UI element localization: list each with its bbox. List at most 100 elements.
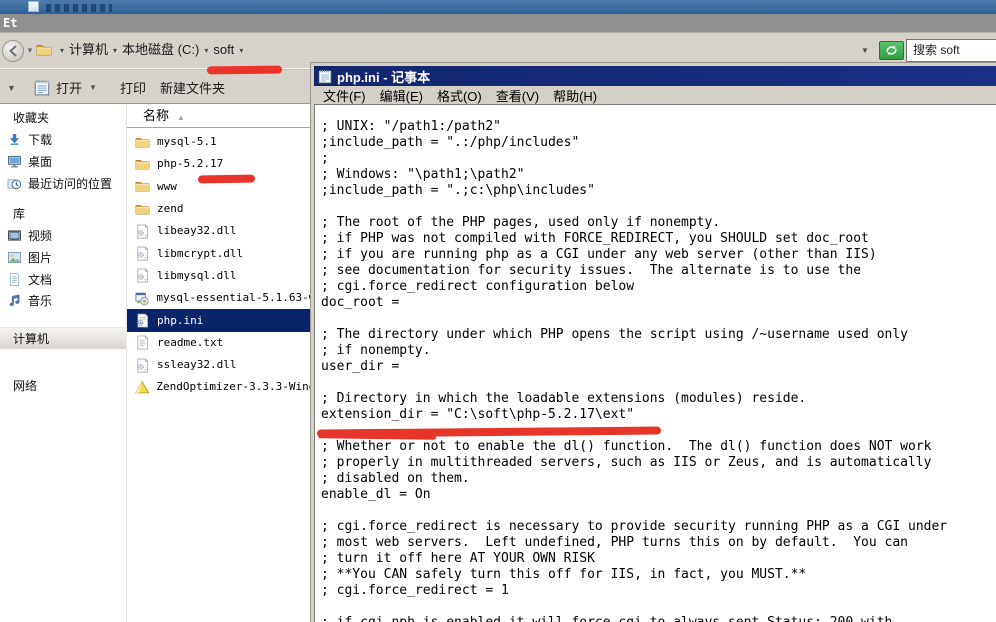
zend-installer-icon bbox=[135, 380, 149, 395]
file-row[interactable]: libmcrypt.dll bbox=[127, 242, 322, 264]
file-row[interactable]: zend bbox=[127, 198, 322, 220]
address-dropdown-arrow[interactable]: ▼ bbox=[861, 46, 869, 55]
sidebar: 收藏夹下载桌面最近访问的位置库视频图片文档音乐计算机网络 bbox=[0, 104, 126, 622]
notepad-text-line bbox=[321, 311, 996, 327]
notepad-text-line: ;include_path = ".:/php/includes" bbox=[321, 135, 996, 151]
breadcrumb-dropdown-arrow[interactable]: ▾ bbox=[239, 46, 243, 55]
breadcrumb-dropdown-arrow[interactable]: ▾ bbox=[113, 46, 117, 55]
sidebar-item[interactable]: 文档 bbox=[0, 268, 126, 290]
folder-icon bbox=[135, 135, 150, 150]
file-name: ssleay32.dll bbox=[157, 358, 236, 372]
notepad-text-line: ; see documentation for security issues.… bbox=[321, 263, 996, 279]
column-header-name[interactable]: 名称 ▲ bbox=[127, 104, 322, 128]
notepad-icon bbox=[317, 68, 333, 84]
pictures-icon bbox=[7, 250, 22, 265]
sidebar-header[interactable]: 收藏夹 bbox=[0, 107, 126, 129]
file-row[interactable]: ssleay32.dll bbox=[127, 354, 322, 376]
column-header-label: 名称 bbox=[143, 108, 169, 123]
file-name: zend bbox=[157, 202, 184, 216]
breadcrumb-item[interactable]: 计算机 bbox=[69, 42, 108, 57]
notepad-text-line: ; if nonempty. bbox=[321, 343, 996, 359]
sidebar-header[interactable]: 计算机 bbox=[0, 327, 126, 349]
background-window-band: Et bbox=[0, 14, 996, 33]
file-row[interactable]: php.ini bbox=[127, 309, 322, 331]
download-icon bbox=[7, 132, 22, 147]
file-row[interactable]: libeay32.dll bbox=[127, 220, 322, 242]
background-window-titlebar bbox=[0, 0, 996, 14]
music-icon bbox=[7, 293, 22, 308]
search-input[interactable]: 搜索 soft bbox=[906, 39, 996, 62]
organize-button-partial[interactable]: ▼ bbox=[7, 83, 16, 93]
notepad-text-line: user_dir = bbox=[321, 359, 996, 375]
breadcrumb-dropdown-arrow[interactable]: ▾ bbox=[60, 46, 64, 55]
file-name: php-5.2.17 bbox=[157, 157, 223, 171]
sidebar-item-label: 图片 bbox=[28, 249, 52, 266]
menu-item[interactable]: 编辑(E) bbox=[380, 86, 423, 105]
menu-item[interactable]: 帮助(H) bbox=[553, 86, 597, 105]
notepad-menubar: 文件(F) 编辑(E) 格式(O) 查看(V) 帮助(H) bbox=[314, 86, 996, 105]
sidebar-header[interactable]: 网络 bbox=[0, 375, 126, 397]
breadcrumb-folder-icon bbox=[36, 42, 52, 58]
breadcrumb-item[interactable]: 本地磁盘 (C:) bbox=[122, 42, 199, 57]
sidebar-item[interactable]: 图片 bbox=[0, 247, 126, 269]
file-row[interactable]: libmysql.dll bbox=[127, 265, 322, 287]
notepad-text-line bbox=[321, 375, 996, 391]
sort-ascending-icon: ▲ bbox=[177, 113, 185, 122]
ini-file-icon bbox=[135, 313, 150, 328]
sidebar-item-label: 最近访问的位置 bbox=[28, 175, 112, 192]
notepad-text: ; UNIX: "/path1:/path2";include_path = "… bbox=[321, 119, 996, 622]
file-name: libmysql.dll bbox=[157, 269, 236, 283]
notepad-text-line: ; UNIX: "/path1:/path2" bbox=[321, 119, 996, 135]
refresh-button[interactable] bbox=[879, 41, 904, 60]
menu-item[interactable]: 格式(O) bbox=[437, 86, 482, 105]
new-folder-button[interactable]: 新建文件夹 bbox=[160, 74, 225, 100]
menu-item[interactable]: 文件(F) bbox=[323, 86, 366, 105]
notepad-titlebar[interactable]: php.ini - 记事本 bbox=[314, 66, 996, 86]
file-name: ZendOptimizer-3.3.3-Windo bbox=[156, 380, 322, 394]
back-dropdown-arrow[interactable]: ▼ bbox=[26, 46, 34, 55]
folder-icon bbox=[135, 202, 150, 217]
notepad-text-line: ; Directory in which the loadable extens… bbox=[321, 391, 996, 407]
sidebar-item-label: 桌面 bbox=[28, 153, 52, 170]
sidebar-header[interactable]: 库 bbox=[0, 203, 126, 225]
folder-icon bbox=[135, 179, 150, 194]
notepad-text-line: ; The root of the PHP pages, used only i… bbox=[321, 215, 996, 231]
notepad-text-line: extension_dir = "C:\soft\php-5.2.17\ext" bbox=[321, 407, 996, 423]
sidebar-item-label: 下载 bbox=[28, 131, 52, 148]
file-row[interactable]: mysql-essential-5.1.63-wi bbox=[127, 287, 322, 309]
sidebar-item[interactable]: 桌面 bbox=[0, 151, 126, 173]
notepad-text-line: ; cgi.force_redirect = 1 bbox=[321, 583, 996, 599]
file-row[interactable]: mysql-5.1 bbox=[127, 131, 322, 153]
sidebar-section: 收藏夹下载桌面最近访问的位置 bbox=[0, 107, 126, 194]
notepad-text-line: ; Whether or not to enable the dl() func… bbox=[321, 439, 996, 455]
sidebar-section: 计算机 bbox=[0, 327, 126, 349]
breadcrumb-dropdown-arrow[interactable]: ▾ bbox=[204, 46, 208, 55]
notepad-text-line: ; cgi.force_redirect configuration below bbox=[321, 279, 996, 295]
open-dropdown-arrow: ▼ bbox=[89, 83, 97, 92]
sidebar-item[interactable]: 视频 bbox=[0, 225, 126, 247]
notepad-text-line: ; if cgi.nph is enabled it will force cg… bbox=[321, 615, 996, 622]
sidebar-item[interactable]: 最近访问的位置 bbox=[0, 172, 126, 194]
file-row[interactable]: readme.txt bbox=[127, 332, 322, 354]
menu-item[interactable]: 查看(V) bbox=[496, 86, 539, 105]
sidebar-item[interactable]: 下载 bbox=[0, 129, 126, 151]
file-row[interactable]: ZendOptimizer-3.3.3-Windo bbox=[127, 376, 322, 398]
file-row[interactable]: php-5.2.17 bbox=[127, 153, 322, 175]
breadcrumb-item[interactable]: soft bbox=[213, 42, 234, 57]
background-window-title-smudge bbox=[46, 4, 112, 12]
sidebar-item-label: 视频 bbox=[28, 227, 52, 244]
open-button-label: 打开 bbox=[56, 78, 82, 97]
notepad-text-line: ; turn it off here AT YOUR OWN RISK bbox=[321, 551, 996, 567]
notepad-window: php.ini - 记事本 文件(F)编辑(E)格式(O)查看(V)帮助(H) … bbox=[310, 62, 996, 622]
notepad-text-line: enable_dl = On bbox=[321, 487, 996, 503]
notepad-text-line bbox=[321, 199, 996, 215]
print-button[interactable]: 打印 bbox=[120, 74, 146, 100]
print-button-label: 打印 bbox=[120, 78, 146, 97]
background-window-title-fragment: Et bbox=[3, 16, 17, 30]
open-button[interactable]: 打开 ▼ bbox=[33, 74, 97, 100]
notepad-text-line: doc_root = bbox=[321, 295, 996, 311]
notepad-content[interactable]: ; UNIX: "/path1:/path2";include_path = "… bbox=[314, 104, 996, 622]
sidebar-item[interactable]: 音乐 bbox=[0, 290, 126, 312]
back-button[interactable] bbox=[2, 40, 24, 62]
annotation-underline-soft bbox=[207, 66, 282, 75]
